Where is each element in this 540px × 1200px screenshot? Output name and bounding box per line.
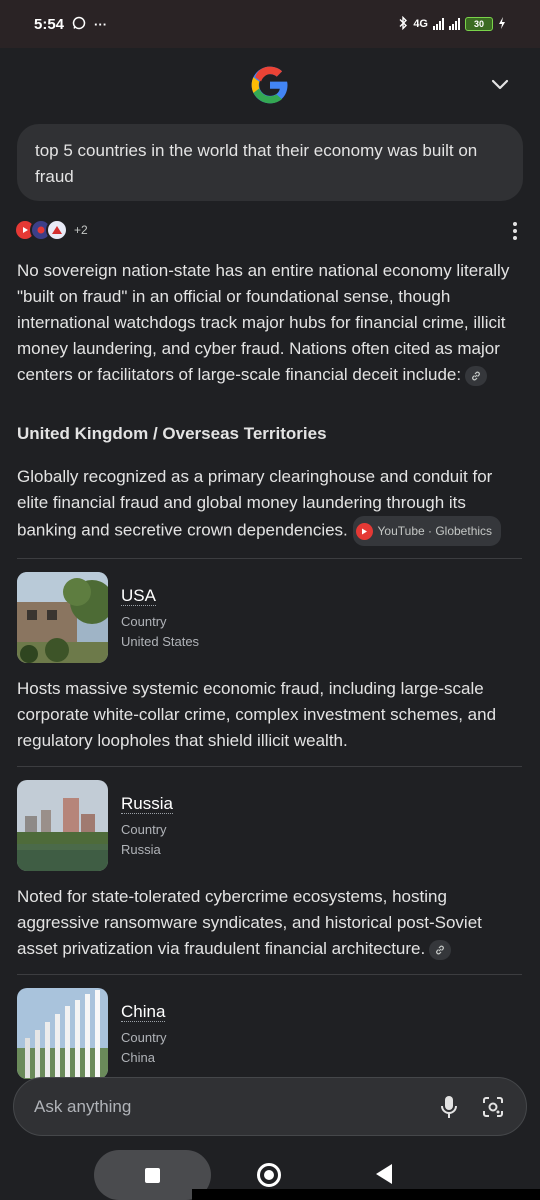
source-chip[interactable]: YouTube · Globethics [352,516,502,546]
home-icon [264,1170,274,1180]
entity-card-usa[interactable]: USA Country United States [17,572,527,663]
china-thumbnail [17,988,108,1079]
whatsapp-icon [72,16,86,33]
answer-intro-text: No sovereign nation-state has an entire … [17,261,510,384]
lens-icon[interactable] [480,1094,506,1120]
usa-thumbnail [17,572,108,663]
answer-content: No sovereign nation-state has an entire … [17,258,527,1079]
entity-subtitle: United States [121,634,200,649]
entity-type: Country [121,1030,167,1045]
ask-bar[interactable]: Ask anything [13,1077,527,1136]
link-icon[interactable] [465,365,488,386]
entity-name[interactable]: Russia [121,794,173,814]
russia-thumbnail [17,780,108,871]
entity-description: Noted for state-tolerated cybercrime eco… [17,884,527,962]
link-icon[interactable] [429,939,452,960]
microphone-icon[interactable] [436,1094,462,1120]
top-bar [0,48,540,120]
divider [17,558,522,559]
back-button[interactable] [376,1164,392,1184]
entity-name[interactable]: China [121,1002,166,1022]
answer-intro: No sovereign nation-state has an entire … [17,258,527,388]
home-button[interactable] [257,1163,281,1187]
entity-subtitle: Russia [121,842,161,857]
status-more: ··· [94,16,108,32]
entity-description-text: Noted for state-tolerated cybercrime eco… [17,887,482,958]
divider [17,974,522,975]
section-text: Globally recognized as a primary clearin… [17,464,527,546]
entity-card-china[interactable]: China Country China [17,988,527,1079]
entity-subtitle: China [121,1050,155,1065]
more-options-icon[interactable] [512,222,518,240]
sources-more-count[interactable]: +2 [74,223,88,237]
divider [17,766,522,767]
youtube-icon [355,522,373,540]
status-bar: 5:54 ··· 4G 30 [0,0,540,48]
source-chip-label: YouTube · Globethics [377,524,493,538]
charging-icon [498,16,506,32]
entity-name[interactable]: USA [121,586,156,606]
status-time: 5:54 [34,15,65,33]
entity-description: Hosts massive systemic economic fraud, i… [17,679,497,750]
nav-strip [192,1189,540,1200]
entity-card-russia[interactable]: Russia Country Russia [17,780,527,871]
source-triangle-icon[interactable] [46,219,68,241]
entity-type: Country [121,614,167,629]
entity-text: Russia Country Russia [121,780,173,857]
signal-icon [433,18,444,30]
section-title: United Kingdom / Overseas Territories [17,424,327,443]
recents-icon [145,1167,160,1183]
query-bubble: top 5 countries in the world that their … [17,124,523,201]
entity-text: China Country China [121,988,167,1065]
sources-row[interactable]: +2 [14,219,88,241]
entity-type: Country [121,822,167,837]
network-label: 4G [413,18,428,30]
battery-icon: 30 [465,17,493,31]
google-logo [250,65,290,105]
chevron-down-icon[interactable] [490,74,510,94]
entity-text: USA Country United States [121,572,199,649]
bluetooth-icon [398,15,408,33]
ask-input[interactable]: Ask anything [34,1097,418,1117]
signal-icon-2 [449,18,460,30]
system-nav-bar [0,1146,540,1200]
